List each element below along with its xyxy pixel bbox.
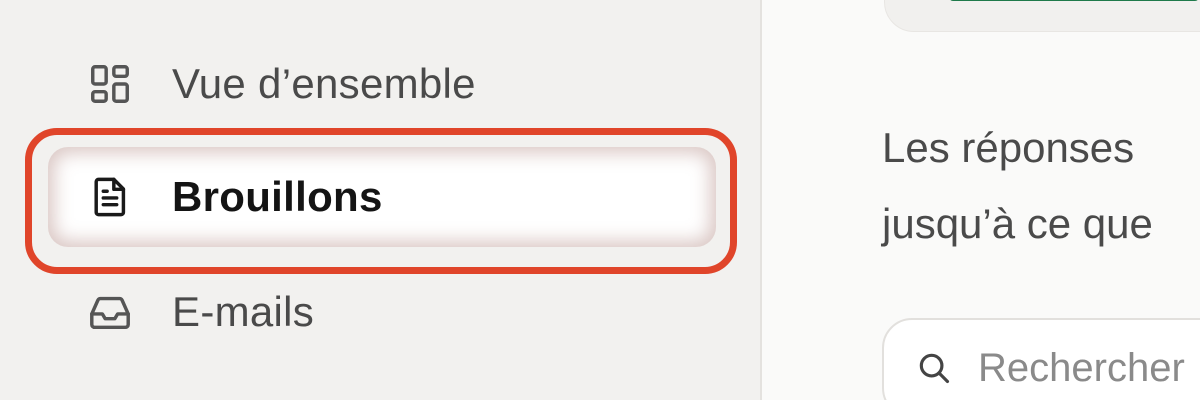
search-icon [914, 348, 954, 388]
main-content: Les réponses jusqu’à ce que [762, 0, 1200, 400]
sidebar-item-label: Brouillons [172, 173, 383, 220]
sidebar-item-label: E-mails [172, 288, 315, 335]
progress-bar [949, 0, 1199, 1]
app-frame: Vue d’ensemble Brouillons E-mails Les ré… [0, 0, 1200, 400]
sidebar: Vue d’ensemble Brouillons E-mails [0, 0, 762, 400]
sidebar-item-label: Vue d’ensemble [172, 60, 476, 107]
description-line: Les réponses [882, 124, 1135, 171]
sidebar-item-emails[interactable]: E-mails [48, 262, 716, 362]
search-input[interactable] [976, 344, 1200, 392]
description-text: Les réponses jusqu’à ce que [882, 110, 1153, 262]
sidebar-item-overview[interactable]: Vue d’ensemble [48, 34, 716, 134]
top-card [884, 0, 1200, 32]
search-box[interactable] [882, 318, 1200, 400]
grid-icon [86, 60, 134, 108]
inbox-icon [86, 288, 134, 336]
document-icon [86, 173, 134, 221]
sidebar-item-drafts[interactable]: Brouillons [48, 147, 716, 247]
description-line: jusqu’à ce que [882, 200, 1153, 247]
